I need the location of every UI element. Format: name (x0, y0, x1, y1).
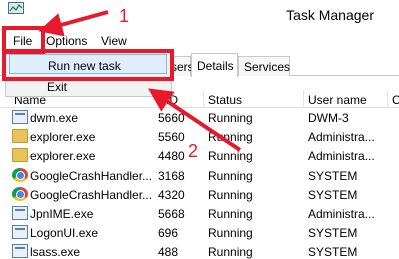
process-name: GoogleCrashHandler.... (30, 187, 152, 202)
process-status: Running (208, 226, 253, 241)
tab-details[interactable]: Details (191, 53, 238, 77)
process-status: Running (208, 187, 253, 202)
process-pid: 3168 (158, 168, 185, 183)
process-pid: 5660 (158, 111, 185, 125)
title-bar: Task Manager (0, 0, 399, 30)
table-row[interactable]: GoogleCrashHandler.... 3168 Running SYST… (0, 166, 399, 185)
column-divider[interactable] (387, 90, 388, 108)
process-user: Administra... (308, 206, 375, 221)
process-status: Running (208, 245, 253, 259)
window-icon (12, 205, 28, 220)
process-user: SYSTEM (308, 245, 358, 259)
process-pid: 488 (158, 245, 179, 259)
process-user: Administra... (308, 130, 375, 145)
process-pid: 4320 (158, 187, 185, 202)
folder-icon (12, 129, 28, 144)
highlight-box-run-new-task (2, 49, 174, 81)
process-user: DWM-3 (308, 111, 349, 125)
process-user: SYSTEM (308, 168, 358, 183)
process-status: Running (208, 206, 253, 221)
process-name: LogonUI.exe (30, 226, 99, 241)
process-name: lsass.exe (30, 245, 81, 259)
process-pid: 5668 (158, 206, 185, 221)
process-pid: 696 (158, 226, 179, 241)
process-name: GoogleCrashHandler.... (30, 168, 152, 183)
menu-view[interactable]: View (101, 34, 127, 48)
chrome-icon (12, 167, 28, 182)
process-pid: 4480 (158, 149, 185, 164)
window-icon (12, 110, 28, 124)
menu-options[interactable]: Options (46, 34, 87, 48)
tab-services[interactable]: Services (238, 56, 290, 76)
table-row[interactable]: LogonUI.exe 696 Running SYSTEM (0, 223, 399, 242)
process-status: Running (208, 149, 253, 164)
table-row[interactable]: JpnIME.exe 5668 Running Administra... (0, 204, 399, 223)
table-row[interactable]: dwm.exe 5660 Running DWM-3 (0, 108, 399, 127)
column-extra[interactable]: C (392, 93, 399, 107)
window-icon (12, 225, 28, 240)
process-user: SYSTEM (308, 226, 358, 241)
process-pid: 5560 (158, 130, 185, 145)
column-divider[interactable] (203, 90, 204, 108)
process-status: Running (208, 168, 253, 183)
folder-icon (12, 148, 28, 163)
column-status[interactable]: Status (208, 93, 242, 107)
process-name: JpnIME.exe (30, 206, 94, 221)
process-status: Running (208, 111, 253, 125)
table-row[interactable]: GoogleCrashHandler.... 4320 Running SYST… (0, 185, 399, 204)
process-list: dwm.exe 5660 Running DWM-3 explorer.exe … (0, 108, 399, 259)
column-user-name[interactable]: User name (308, 93, 367, 107)
window-title: Task Manager (286, 7, 374, 23)
chrome-icon (12, 186, 28, 201)
step-2-label: 2 (188, 141, 199, 161)
process-name: explorer.exe (30, 149, 96, 164)
process-user: Administra... (308, 149, 375, 164)
column-divider[interactable] (303, 90, 304, 108)
table-row[interactable]: explorer.exe 4480 Running Administra... (0, 146, 399, 165)
process-status: Running (208, 130, 253, 145)
table-row[interactable]: lsass.exe 488 Running SYSTEM (0, 242, 399, 259)
step-1-label: 1 (119, 6, 130, 26)
process-name: dwm.exe (30, 111, 79, 125)
process-name: explorer.exe (30, 130, 96, 145)
process-user: SYSTEM (308, 187, 358, 202)
table-row[interactable]: explorer.exe 5560 Running Administra... (0, 127, 399, 146)
window-icon (12, 244, 28, 259)
